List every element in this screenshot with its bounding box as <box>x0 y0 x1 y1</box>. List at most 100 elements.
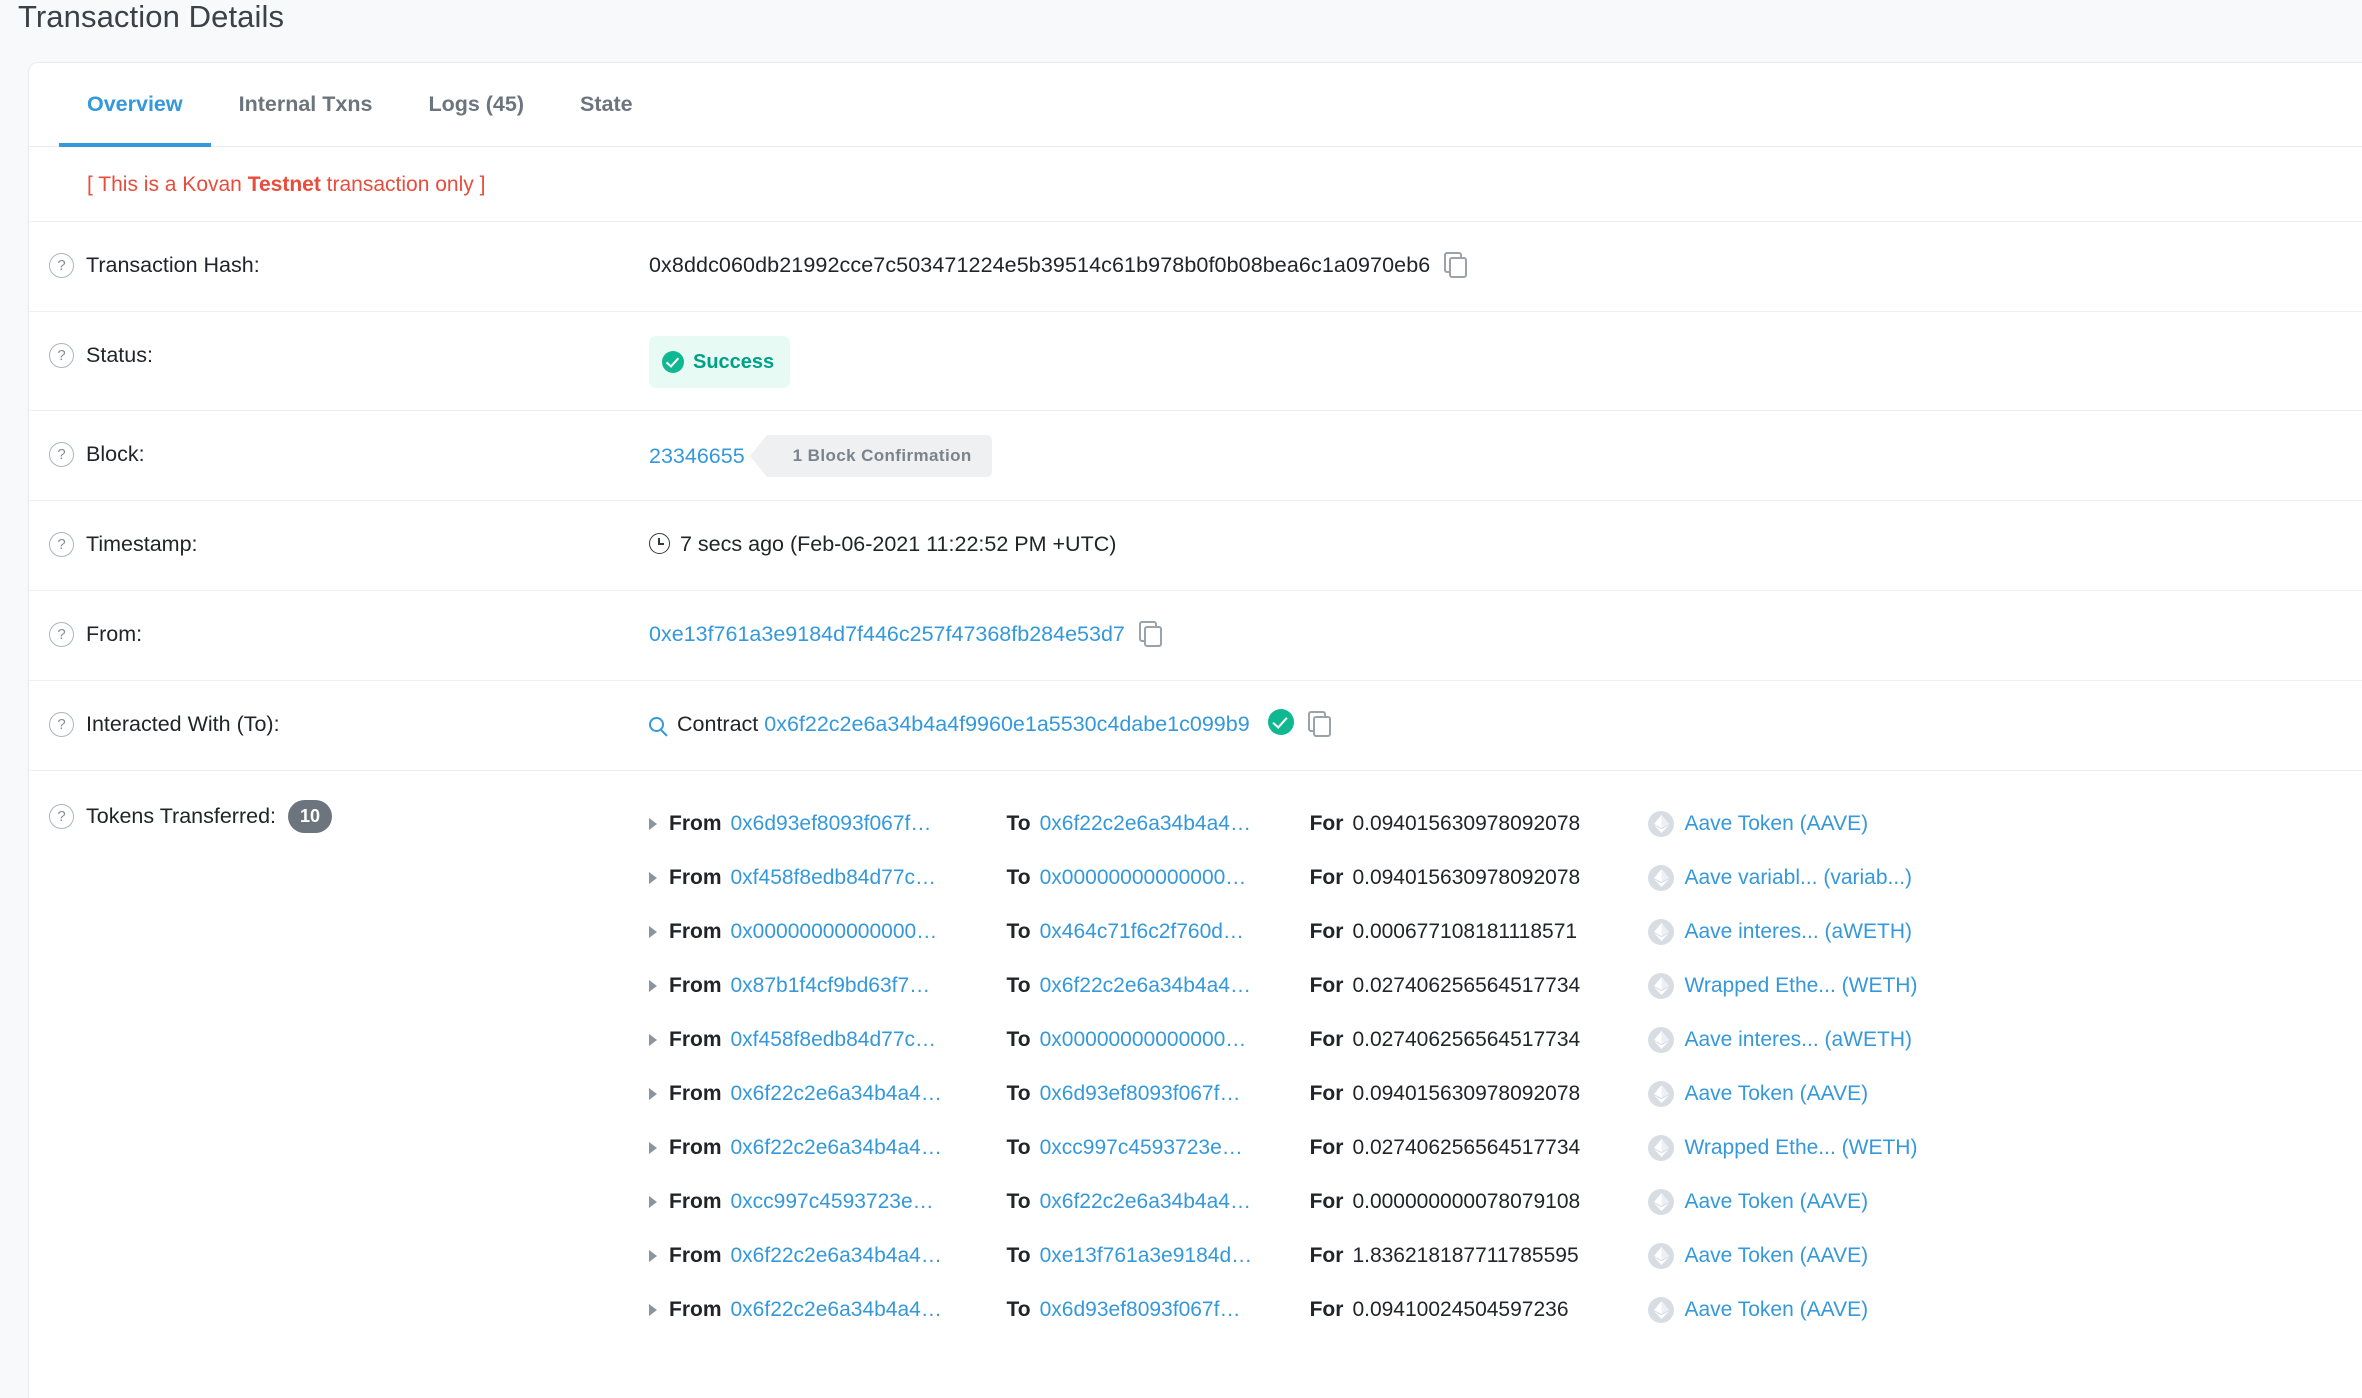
transaction-card: Overview Internal Txns Logs (45) State [… <box>28 62 2362 1398</box>
token-row-token-name[interactable]: Aave interes... (aWETH) <box>1684 1021 1912 1059</box>
contract-prefix-label: Contract <box>677 712 759 736</box>
tab-overview[interactable]: Overview <box>59 63 211 147</box>
page-title: Transaction Details <box>18 0 285 34</box>
token-row-to-label: To <box>1006 1244 1031 1267</box>
token-row-from-label: From <box>669 1136 722 1159</box>
token-transfer-row: From 0x6f22c2e6a34b4a4… To 0x6d93ef8093f067… <box>649 1067 2362 1121</box>
tab-internal-txns[interactable]: Internal Txns <box>211 63 401 146</box>
testnet-notice-suffix: transaction only ] <box>320 173 486 196</box>
expand-caret-icon[interactable] <box>649 1304 657 1316</box>
token-row-token-name[interactable]: Aave Token (AAVE) <box>1684 1237 1868 1275</box>
from-address-link[interactable]: 0xe13f761a3e9184d7f446c257f47368fb284e53… <box>649 622 1125 646</box>
copy-icon[interactable] <box>1444 252 1468 278</box>
token-row-to-address[interactable]: 0xcc997c4593723e… <box>1040 1129 1302 1167</box>
token-row-to-label: To <box>1006 920 1031 943</box>
token-row-from-address[interactable]: 0xf458f8edb84d77c… <box>731 859 993 897</box>
token-row-from-label: From <box>669 1298 722 1321</box>
question-circle-icon[interactable]: ? <box>49 711 74 737</box>
token-row-to-label: To <box>1006 974 1031 997</box>
check-circle-icon <box>662 351 684 373</box>
ethereum-token-icon <box>1648 811 1675 837</box>
ethereum-token-icon <box>1648 1081 1675 1107</box>
token-row-from-address[interactable]: 0x6f22c2e6a34b4a4… <box>731 1237 993 1275</box>
ethereum-token-icon <box>1648 1243 1675 1269</box>
token-row-for-label: For <box>1309 1028 1344 1051</box>
token-row-to-address[interactable]: 0x6d93ef8093f067f… <box>1040 1075 1302 1113</box>
tab-logs[interactable]: Logs (45) <box>400 63 552 146</box>
copy-icon[interactable] <box>1138 621 1162 647</box>
token-row-amount: 0.09410024504597236 <box>1352 1298 1569 1321</box>
token-row-from-address[interactable]: 0x6f22c2e6a34b4a4… <box>731 1075 993 1113</box>
block-value-cell: 23346655 1 Block Confirmation <box>649 433 2362 477</box>
question-circle-icon[interactable]: ? <box>49 621 74 647</box>
question-circle-icon[interactable]: ? <box>49 803 74 829</box>
testnet-notice-prefix: [ This is a Kovan <box>87 173 248 196</box>
block-number-link[interactable]: 23346655 <box>649 437 745 475</box>
row-from: ? From: 0xe13f761a3e9184d7f446c257f47368… <box>29 590 2362 680</box>
expand-caret-icon[interactable] <box>649 1250 657 1262</box>
token-row-for-label: For <box>1309 1298 1344 1321</box>
block-confirmation-chip: 1 Block Confirmation <box>749 435 992 477</box>
expand-caret-icon[interactable] <box>649 818 657 830</box>
token-row-to-address[interactable]: 0x6d93ef8093f067f… <box>1040 1291 1302 1329</box>
token-row-token-name[interactable]: Aave variabl... (variab...) <box>1684 859 1912 897</box>
token-row-to-address[interactable]: 0x464c71f6c2f760d… <box>1040 913 1302 951</box>
token-row-from-label: From <box>669 1028 722 1051</box>
question-circle-icon[interactable]: ? <box>49 342 74 368</box>
token-row-for-label: For <box>1309 812 1344 835</box>
tab-state-label: State <box>580 92 633 116</box>
token-row-from-address[interactable]: 0xcc997c4593723e… <box>731 1183 993 1221</box>
expand-caret-icon[interactable] <box>649 980 657 992</box>
token-row-amount: 0.000677108181118571 <box>1352 920 1578 943</box>
token-row-token-name[interactable]: Aave Token (AAVE) <box>1684 1183 1868 1221</box>
token-row-from-address[interactable]: 0x87b1f4cf9bd63f7… <box>731 967 993 1005</box>
token-row-from-address[interactable]: 0xf458f8edb84d77c… <box>731 1021 993 1059</box>
token-transfer-row: From 0x6d93ef8093f067f… To 0x6f22c2e6a34b4a… <box>649 797 2362 851</box>
token-transfer-row: From 0xf458f8edb84d77c… To 0x00000000000000… <box>649 1013 2362 1067</box>
expand-caret-icon[interactable] <box>649 1142 657 1154</box>
token-row-from-address[interactable]: 0x00000000000000… <box>731 913 993 951</box>
token-row-from-address[interactable]: 0x6f22c2e6a34b4a4… <box>731 1291 993 1329</box>
transaction-hash-value: 0x8ddc060db21992cce7c503471224e5b39514c6… <box>649 253 1431 277</box>
token-row-to-label: To <box>1006 1136 1031 1159</box>
token-row-token-name[interactable]: Wrapped Ethe... (WETH) <box>1684 967 1917 1005</box>
token-row-to-address[interactable]: 0x6f22c2e6a34b4a4… <box>1040 805 1302 843</box>
token-row-to-address[interactable]: 0x6f22c2e6a34b4a4… <box>1040 1183 1302 1221</box>
copy-icon[interactable] <box>1307 711 1331 737</box>
token-row-from-address[interactable]: 0x6d93ef8093f067f… <box>731 805 993 843</box>
tab-state[interactable]: State <box>552 63 661 146</box>
token-row-token-name[interactable]: Aave Token (AAVE) <box>1684 1075 1868 1113</box>
token-row-token-name[interactable]: Aave interes... (aWETH) <box>1684 913 1912 951</box>
question-circle-icon[interactable]: ? <box>49 252 74 278</box>
token-row-to-label: To <box>1006 1298 1031 1321</box>
token-row-token-name[interactable]: Aave Token (AAVE) <box>1684 1291 1868 1329</box>
token-row-token-name[interactable]: Wrapped Ethe... (WETH) <box>1684 1129 1917 1167</box>
magnifier-icon[interactable] <box>649 717 664 732</box>
testnet-notice-emphasis: Testnet <box>247 173 321 196</box>
expand-caret-icon[interactable] <box>649 872 657 884</box>
expand-caret-icon[interactable] <box>649 1196 657 1208</box>
token-transfer-list: From 0x6d93ef8093f067f… To 0x6f22c2e6a34b4a… <box>649 797 2362 1337</box>
token-row-from-address[interactable]: 0x6f22c2e6a34b4a4… <box>731 1129 993 1167</box>
status-badge-label: Success <box>693 351 775 373</box>
contract-address-link[interactable]: 0x6f22c2e6a34b4a4f9960e1a5530c4dabe1c099… <box>764 712 1249 736</box>
token-row-to-address[interactable]: 0x6f22c2e6a34b4a4… <box>1040 967 1302 1005</box>
token-transfer-row: From 0xf458f8edb84d77c… To 0x00000000000000… <box>649 851 2362 905</box>
token-row-amount: 1.836218187711785595 <box>1352 1244 1579 1267</box>
row-timestamp: ? Timestamp: 7 secs ago (Feb-06-2021 11:… <box>29 500 2362 590</box>
expand-caret-icon[interactable] <box>649 1088 657 1100</box>
question-circle-icon[interactable]: ? <box>49 531 74 557</box>
token-row-to-address[interactable]: 0xe13f761a3e9184d… <box>1040 1237 1302 1275</box>
token-row-to-address[interactable]: 0x00000000000000… <box>1040 1021 1302 1059</box>
clock-icon <box>649 533 670 554</box>
from-label-cell: ? From: <box>29 613 649 653</box>
token-row-to-address[interactable]: 0x00000000000000… <box>1040 859 1302 897</box>
expand-caret-icon[interactable] <box>649 926 657 938</box>
token-row-token-name[interactable]: Aave Token (AAVE) <box>1684 805 1868 843</box>
question-circle-icon[interactable]: ? <box>49 441 74 467</box>
expand-caret-icon[interactable] <box>649 1034 657 1046</box>
token-row-from-label: From <box>669 812 722 835</box>
row-tokens-transferred: ? Tokens Transferred: 10 From 0x6d93ef809… <box>29 770 2362 1359</box>
status-badge: Success <box>649 336 791 388</box>
token-row-amount: 0.027406256564517734 <box>1352 974 1581 997</box>
